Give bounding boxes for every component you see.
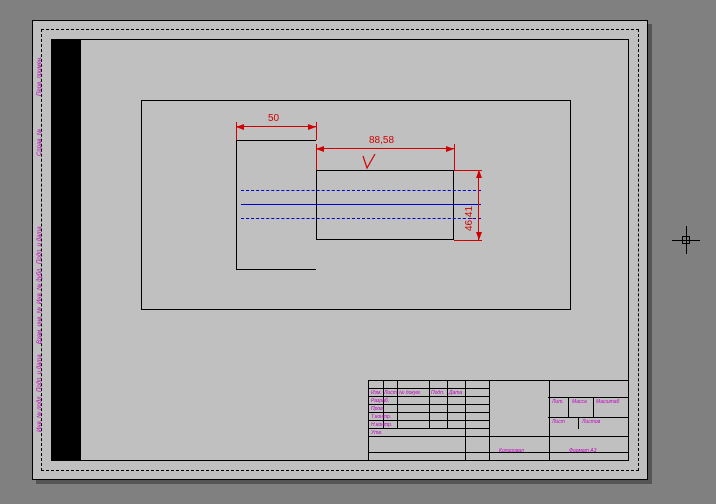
part-flange xyxy=(236,140,316,270)
hidden-line-bottom xyxy=(241,218,481,219)
tb-format: Формат А3 xyxy=(569,448,596,454)
left-label-1: Инв. № подл. xyxy=(37,395,43,432)
tb-list: Лист xyxy=(384,390,397,396)
left-label-5: Подп. и дата xyxy=(37,226,43,264)
title-block[interactable]: Изм. Лист № докум. Подп. Дата Разраб. Пр… xyxy=(368,380,628,460)
left-label-3: Взам. инв. № xyxy=(37,307,43,344)
tb-lit: Лит. xyxy=(552,399,564,405)
tb-tkontr: Т.контр. xyxy=(371,414,391,420)
tb-divider xyxy=(369,405,489,413)
tb-divider xyxy=(369,381,489,389)
dimension-8858[interactable] xyxy=(316,148,454,149)
dimension-4641-text: 46,41 xyxy=(464,206,475,231)
drawing-sheet: Инв. № подл. Подп. и дата Взам. инв. № И… xyxy=(32,20,648,480)
tb-prov: Пров. xyxy=(371,406,384,412)
dimension-50-text: 50 xyxy=(268,113,279,124)
dimension-4641[interactable] xyxy=(478,170,479,240)
tb-massa: Масса xyxy=(572,399,587,405)
dimension-50[interactable] xyxy=(236,126,316,127)
left-box-1 xyxy=(51,396,81,436)
left-box-7 xyxy=(51,40,81,100)
left-label-6: Справ. № xyxy=(37,129,43,156)
tb-kopiroval: Копировал xyxy=(499,448,524,454)
crosshair-cursor xyxy=(672,226,700,254)
tb-listov: Листов xyxy=(582,419,600,425)
tb-podp: Подп. xyxy=(431,390,444,396)
tb-docnum: № докум. xyxy=(399,390,421,396)
drawing-frame: Инв. № подл. Подп. и дата Взам. инв. № И… xyxy=(51,39,629,461)
tb-utv: Утв. xyxy=(371,430,382,436)
ext-line xyxy=(316,122,317,140)
tb-nkontr: Н.контр. xyxy=(371,422,392,428)
tb-divider xyxy=(568,397,569,417)
left-box-6 xyxy=(51,100,81,160)
surface-finish-symbol[interactable] xyxy=(361,154,377,170)
tb-divider xyxy=(548,417,628,418)
left-label-7: Перв. примен. xyxy=(37,56,43,96)
centerline xyxy=(241,204,481,205)
dimension-8858-text: 88,58 xyxy=(369,135,394,146)
left-label-2: Подп. и дата xyxy=(37,354,43,392)
tb-list2: Лист xyxy=(552,419,565,425)
part-shaft xyxy=(316,170,454,240)
left-box-4 xyxy=(51,268,81,308)
left-margin-strip: Инв. № подл. Подп. и дата Взам. инв. № И… xyxy=(51,40,81,460)
hidden-line-top xyxy=(241,190,481,191)
left-box-2 xyxy=(51,348,81,396)
ext-line xyxy=(454,240,482,241)
ext-line xyxy=(454,144,455,170)
tb-masshtab: Масштаб xyxy=(596,399,619,405)
tb-divider xyxy=(593,397,594,417)
left-label-4: Инв. № дубл. xyxy=(37,267,43,304)
tb-izm: Изм. xyxy=(371,390,382,396)
tb-divider xyxy=(578,417,579,429)
tb-data: Дата xyxy=(449,390,462,396)
left-box-5 xyxy=(51,220,81,268)
tb-divider xyxy=(548,397,628,398)
left-box-3 xyxy=(51,308,81,348)
tb-razrab: Разраб. xyxy=(371,398,389,404)
